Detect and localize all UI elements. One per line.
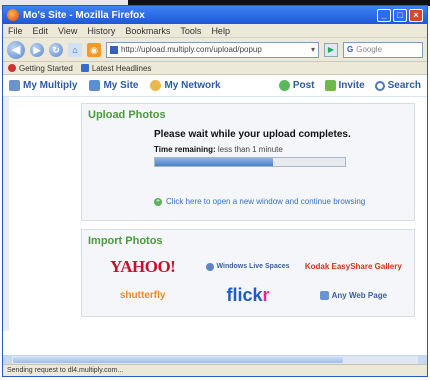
import-panel: Import Photos YAHOO! Windows Live Spaces… [81, 229, 415, 317]
window-controls: _ □ × [377, 8, 423, 22]
import-title: Import Photos [88, 235, 163, 247]
nav-label: Invite [338, 80, 365, 91]
back-button[interactable]: ◀ [7, 40, 25, 59]
status-bar: Sending request to dl4.multiply.com... [3, 364, 427, 376]
kodak-logo[interactable]: Kodak EasyShare Gallery [305, 262, 402, 271]
search-input[interactable]: G Google [343, 41, 423, 58]
rss-bookmark-icon [80, 64, 89, 72]
upload-title: Upload Photos [88, 109, 166, 121]
minimize-button[interactable]: _ [377, 8, 391, 22]
time-remaining-value: less than 1 minute [217, 145, 283, 154]
scroll-right-button[interactable] [418, 356, 427, 364]
favicon-icon [110, 45, 118, 54]
import-sources: YAHOO! Windows Live Spaces Kodak EasySha… [90, 252, 406, 310]
nav-search[interactable]: Search [374, 80, 421, 91]
people-icon [150, 80, 162, 91]
menu-edit[interactable]: Edit [33, 26, 49, 36]
search-placeholder: Google [356, 45, 383, 54]
forward-button[interactable]: ▶ [30, 42, 44, 57]
nav-label: Post [292, 80, 315, 91]
flickr-logo[interactable]: flickr [226, 285, 269, 306]
nav-label: My Multiply [23, 80, 78, 91]
new-window-link[interactable]: + Click here to open a new window and co… [154, 197, 365, 206]
nav-post[interactable]: Post [278, 80, 315, 91]
bookmark-latest-headlines[interactable]: Latest Headlines [80, 63, 152, 73]
firefox-icon [7, 9, 19, 21]
nav-my-multiply[interactable]: My Multiply [9, 80, 77, 91]
menu-view[interactable]: View [58, 26, 77, 36]
nav-invite[interactable]: Invite [324, 80, 365, 91]
menu-tools[interactable]: Tools [180, 26, 201, 36]
close-button[interactable]: × [409, 8, 423, 22]
nav-label: Search [387, 80, 421, 91]
progress-fill [155, 158, 273, 166]
time-remaining: Time remaining: less than 1 minute [154, 145, 283, 154]
address-dropdown-icon[interactable]: ▾ [311, 45, 315, 54]
plus-icon: + [154, 197, 162, 206]
flickr-flick: flick [226, 285, 263, 305]
nav-label: My Network [164, 80, 221, 91]
multiply-icon [9, 80, 20, 91]
post-icon [278, 80, 290, 91]
flickr-r: r [262, 285, 270, 305]
bookmark-label: Getting Started [19, 63, 73, 73]
menu-file[interactable]: File [8, 26, 23, 36]
maximize-button[interactable]: □ [393, 8, 407, 22]
menu-help[interactable]: Help [211, 26, 230, 36]
bookmark-getting-started[interactable]: Getting Started [8, 64, 73, 73]
windows-live-label: Windows Live Spaces [216, 263, 290, 270]
web-page-icon [319, 291, 329, 300]
time-remaining-label: Time remaining: [154, 145, 216, 154]
nav-label: My Site [103, 80, 139, 91]
upload-message: Please wait while your upload completes. [154, 129, 351, 140]
menu-bar: File Edit View History Bookmarks Tools H… [3, 24, 427, 38]
yahoo-logo[interactable]: YAHOO! [110, 257, 176, 277]
browser-window: Mo's Site - Mozilla Firefox _ □ × File E… [2, 5, 428, 377]
page-content: Upload Photos Please wait while your upl… [3, 97, 427, 331]
home-button[interactable]: ⌂ [68, 42, 82, 57]
title-bar: Mo's Site - Mozilla Firefox _ □ × [3, 6, 427, 24]
navigation-toolbar: ◀ ▶ ↻ ⌂ ◉ http://upload.multiply.com/upl… [3, 38, 427, 62]
site-actions: Post Invite Search [278, 80, 421, 91]
bookmark-label: Latest Headlines [91, 63, 152, 73]
bookmark-icon [8, 64, 16, 72]
nav-my-site[interactable]: My Site [89, 80, 138, 91]
site-navigation: My Multiply My Site My Network Post Invi… [3, 75, 427, 97]
invite-icon [324, 80, 336, 91]
any-web-page-logo[interactable]: Any Web Page [319, 291, 388, 300]
upload-progress-bar [154, 157, 346, 167]
new-window-text: Click here to open a new window and cont… [166, 197, 366, 206]
menu-bookmarks[interactable]: Bookmarks [125, 26, 170, 36]
google-icon: G [347, 45, 354, 54]
any-web-page-label: Any Web Page [331, 291, 388, 300]
shutterfly-logo[interactable]: shutterfly [120, 290, 166, 301]
windows-live-spaces-logo[interactable]: Windows Live Spaces [206, 262, 290, 271]
menu-history[interactable]: History [87, 26, 115, 36]
windows-live-icon [206, 262, 215, 271]
upload-panel: Upload Photos Please wait while your upl… [81, 103, 415, 221]
go-button[interactable]: ▶ [324, 42, 338, 57]
scroll-left-button[interactable] [3, 356, 12, 364]
home-icon [89, 80, 101, 91]
search-icon [374, 80, 385, 91]
nav-my-network[interactable]: My Network [150, 80, 221, 91]
scrollbar-thumb[interactable] [13, 357, 343, 363]
bookmarks-toolbar: Getting Started Latest Headlines [3, 62, 427, 75]
horizontal-scrollbar[interactable] [3, 355, 427, 364]
address-url: http://upload.multiply.com/upload/popup [121, 45, 262, 54]
rss-icon[interactable]: ◉ [87, 42, 101, 57]
reload-button[interactable]: ↻ [49, 42, 63, 57]
address-bar[interactable]: http://upload.multiply.com/upload/popup … [106, 41, 319, 58]
window-title: Mo's Site - Mozilla Firefox [23, 9, 145, 21]
